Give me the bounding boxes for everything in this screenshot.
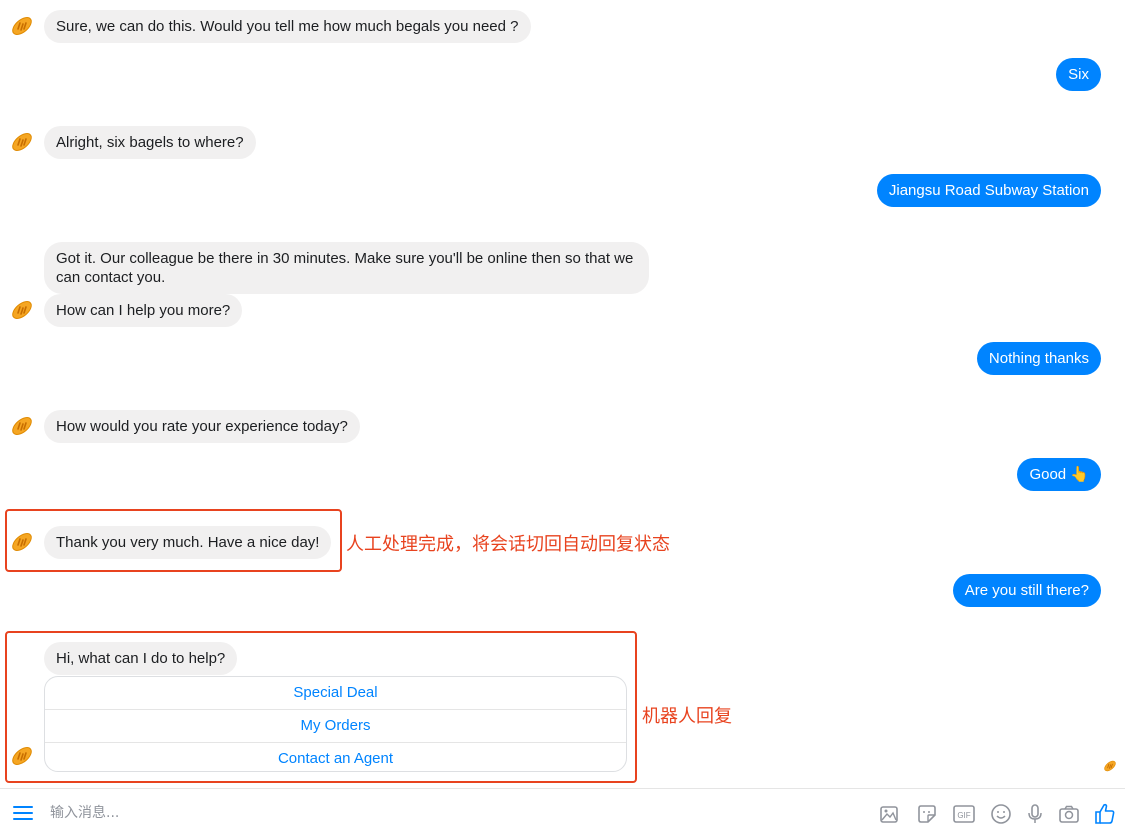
bot-avatar-icon [10, 130, 34, 154]
bot-message: Sure, we can do this. Would you tell me … [44, 10, 531, 43]
camera-icon[interactable] [1057, 802, 1081, 826]
bot-message: How can I help you more? [44, 294, 243, 327]
bot-message: Got it. Our colleague be there in 30 min… [44, 242, 649, 294]
user-message: Nothing thanks [976, 342, 1101, 375]
quick-replies: Special Deal My Orders Contact an Agent [44, 676, 627, 772]
bot-avatar-icon [10, 414, 34, 438]
message-input[interactable] [50, 803, 550, 823]
quick-reply-my-orders-button[interactable]: My Orders [45, 710, 626, 743]
bot-avatar-icon [10, 14, 34, 38]
sticker-icon[interactable] [915, 802, 939, 826]
user-message: Are you still there? [952, 574, 1101, 607]
image-icon[interactable] [877, 802, 901, 826]
microphone-icon[interactable] [1023, 802, 1047, 826]
gif-icon[interactable]: GIF [952, 802, 976, 826]
user-message: Six [1056, 58, 1101, 91]
handoff-annotation-note: 人工处理完成，将会话切回自动回复状态 [346, 534, 670, 555]
user-message: Good 👆 [1017, 458, 1101, 491]
menu-icon[interactable] [12, 804, 34, 822]
read-receipt-icon [1103, 759, 1117, 773]
bot-message: How would you rate your experience today… [44, 410, 360, 443]
user-message: Jiangsu Road Subway Station [876, 174, 1101, 207]
bot-message: Hi, what can I do to help? [44, 642, 238, 675]
svg-text:GIF: GIF [957, 811, 970, 820]
emoji-icon[interactable] [989, 802, 1013, 826]
bot-avatar-icon [10, 298, 34, 322]
bot-message: Thank you very much. Have a nice day! [44, 526, 332, 559]
quick-reply-contact-agent-button[interactable]: Contact an Agent [45, 743, 626, 771]
bot-avatar-icon [10, 530, 34, 554]
bot-message: Alright, six bagels to where? [44, 126, 256, 159]
bot-avatar-icon [10, 744, 34, 768]
message-composer: GIF [0, 788, 1125, 834]
thumbs-up-icon[interactable] [1093, 802, 1117, 826]
quick-reply-special-deal-button[interactable]: Special Deal [45, 677, 626, 710]
bot-reply-annotation-note: 机器人回复 [642, 706, 732, 727]
